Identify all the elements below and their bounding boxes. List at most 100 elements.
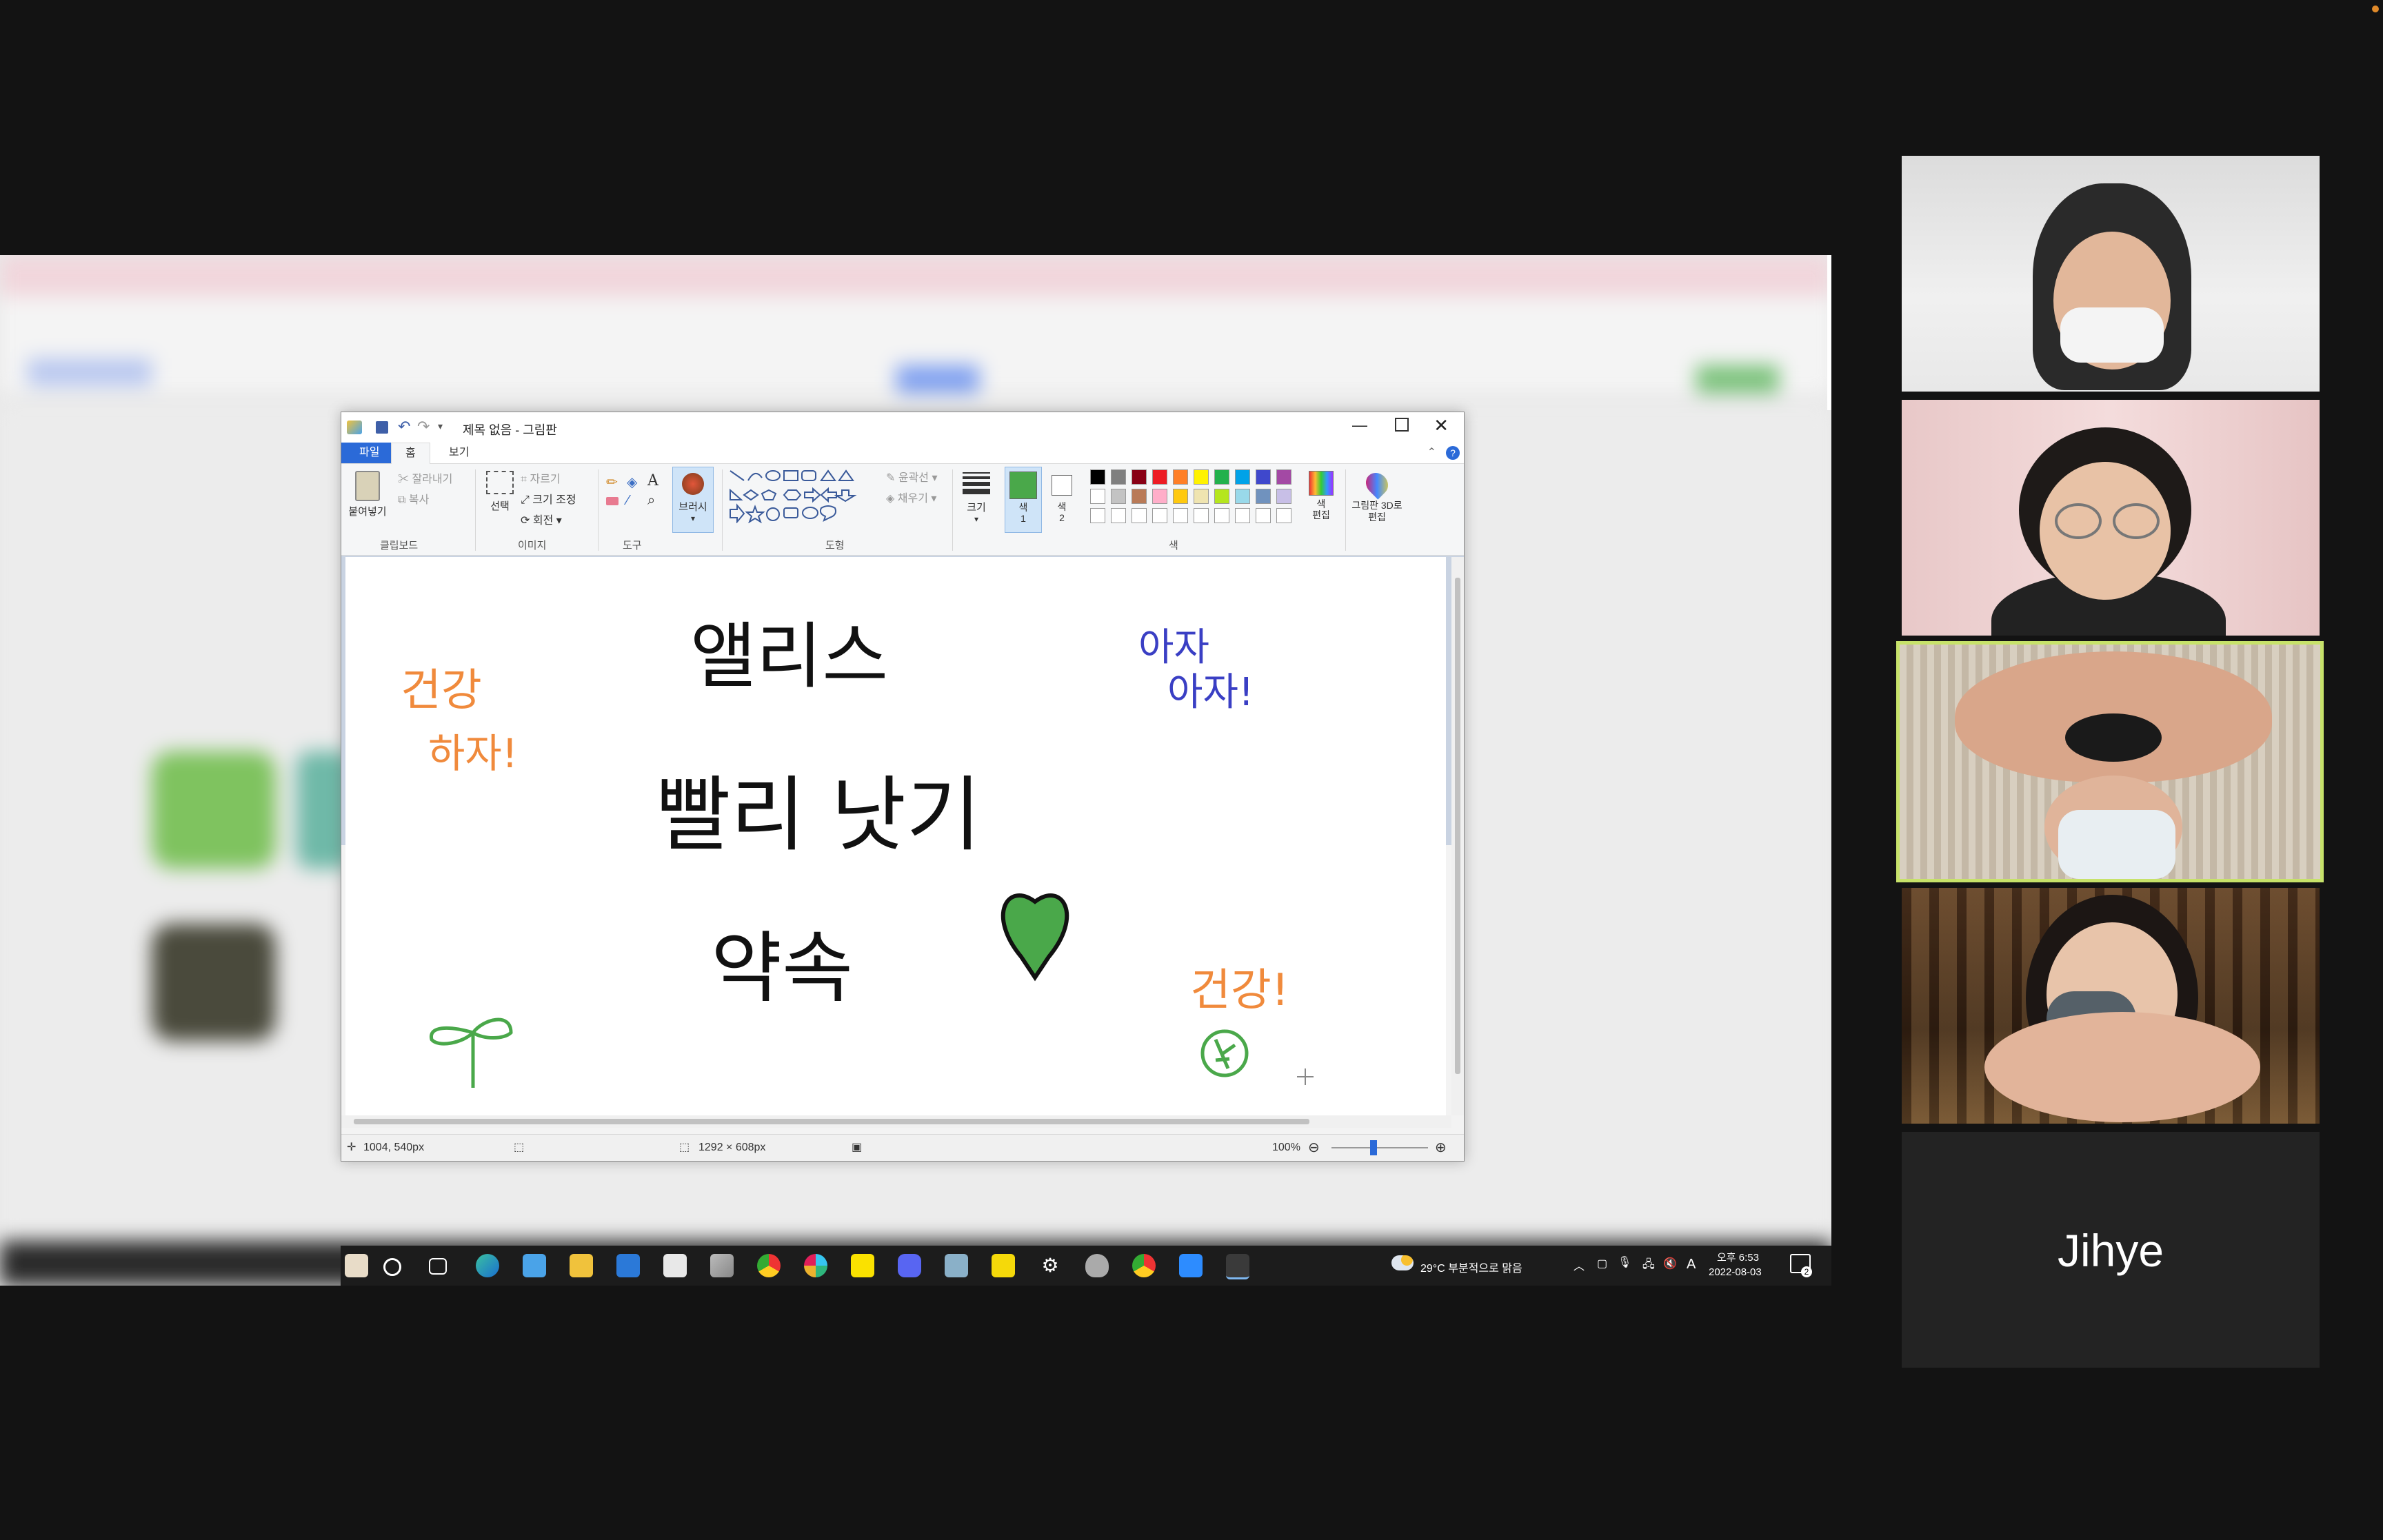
mail-icon[interactable]	[616, 1254, 640, 1277]
paste-button[interactable]: 붙여넣기	[345, 468, 390, 530]
palette-color-swatch[interactable]	[1173, 508, 1188, 523]
palette-color-swatch[interactable]	[1214, 469, 1229, 485]
palette-color-swatch[interactable]	[1214, 508, 1229, 523]
palette-color-swatch[interactable]	[1194, 469, 1209, 485]
palette-color-swatch[interactable]	[1173, 469, 1188, 485]
participant-video-4[interactable]	[1902, 888, 2320, 1124]
palette-color-swatch[interactable]	[1111, 508, 1126, 523]
collapse-ribbon-icon[interactable]: ⌃	[1427, 445, 1436, 459]
resize-button[interactable]: ⤢ 크기 조정	[521, 490, 576, 507]
tab-view[interactable]: 보기	[435, 443, 483, 463]
palette-color-swatch[interactable]	[1152, 489, 1167, 504]
zoom-app-icon[interactable]	[1179, 1254, 1203, 1277]
network-icon[interactable]: 🖧	[1642, 1257, 1655, 1275]
color2-button[interactable]: 색 2	[1045, 467, 1079, 531]
shapes-gallery[interactable]	[727, 468, 872, 523]
palette-color-swatch[interactable]	[1090, 508, 1105, 523]
palette-color-swatch[interactable]	[1214, 489, 1229, 504]
redo-icon[interactable]: ↷	[417, 418, 430, 436]
clock-time[interactable]: 오후 6:53	[1717, 1250, 1759, 1264]
zoom-slider[interactable]	[1331, 1140, 1428, 1155]
palette-color-swatch[interactable]	[1256, 489, 1271, 504]
outline-button[interactable]: ✎ 윤곽선 ▾	[886, 468, 938, 485]
weather-text[interactable]: 29°C 부분적으로 맑음	[1420, 1259, 1522, 1275]
tray-chevron-icon[interactable]: ︿	[1573, 1257, 1585, 1273]
kakaotalk-icon[interactable]	[851, 1254, 874, 1277]
palette-color-swatch[interactable]	[1132, 489, 1147, 504]
security-shield-icon[interactable]	[1085, 1254, 1109, 1277]
chrome-icon[interactable]	[757, 1254, 781, 1277]
palette-color-swatch[interactable]	[1276, 508, 1291, 523]
minimize-button[interactable]: —	[1352, 416, 1367, 434]
color1-button[interactable]: 색 1	[1005, 467, 1042, 533]
palette-color-swatch[interactable]	[1235, 508, 1250, 523]
palette-color-swatch[interactable]	[1276, 489, 1291, 504]
eraser-icon[interactable]	[606, 497, 619, 505]
palette-color-swatch[interactable]	[1194, 489, 1209, 504]
edit-colors-button[interactable]: 색 편집	[1304, 467, 1338, 520]
palette-color-swatch[interactable]	[1235, 469, 1250, 485]
microphone-icon[interactable]: 🎙	[1618, 1255, 1631, 1269]
paint-app-taskbar-icon[interactable]	[710, 1254, 734, 1277]
palette-color-swatch[interactable]	[1256, 508, 1271, 523]
magnifier-icon[interactable]: ⌕	[647, 493, 655, 509]
close-button[interactable]: ✕	[1434, 415, 1449, 436]
palette-color-swatch[interactable]	[1276, 469, 1291, 485]
fill-button[interactable]: ◈ 채우기 ▾	[886, 489, 936, 505]
chrome-alt-icon[interactable]	[1132, 1254, 1156, 1277]
palette-color-swatch[interactable]	[1132, 508, 1147, 523]
save-icon[interactable]	[376, 421, 388, 434]
paint3d-button[interactable]: 그림판 3D로 편집	[1349, 467, 1405, 523]
participant-video-2[interactable]	[1902, 400, 2320, 636]
rotate-button[interactable]: ⟳ 회전 ▾	[521, 511, 562, 527]
vertical-scrollbar[interactable]	[1451, 557, 1464, 1115]
crop-button[interactable]: ⌗ 자르기	[521, 469, 561, 486]
palette-color-swatch[interactable]	[1111, 469, 1126, 485]
search-icon[interactable]	[383, 1258, 401, 1276]
edge-icon[interactable]	[476, 1254, 499, 1277]
store-icon[interactable]	[663, 1254, 687, 1277]
tab-file[interactable]: 파일	[341, 443, 398, 463]
file-explorer-icon[interactable]	[570, 1254, 593, 1277]
maximize-button[interactable]	[1395, 418, 1409, 432]
palette-color-swatch[interactable]	[1152, 508, 1167, 523]
volume-muted-icon[interactable]: 🔇	[1663, 1257, 1677, 1270]
palette-color-swatch[interactable]	[1090, 469, 1105, 485]
help-icon[interactable]: ?	[1446, 446, 1460, 460]
start-button[interactable]	[345, 1254, 368, 1277]
pencil-icon[interactable]: ✏	[606, 474, 618, 491]
cut-button[interactable]: ✂ 잘라내기	[398, 469, 452, 486]
participant-video-3-active-speaker[interactable]	[1896, 641, 2324, 882]
palette-color-swatch[interactable]	[1235, 489, 1250, 504]
clock-date[interactable]: 2022-08-03	[1709, 1266, 1762, 1278]
palette-color-swatch[interactable]	[1111, 489, 1126, 504]
quick-access-dropdown-icon[interactable]: ▾	[438, 421, 443, 432]
notes-app-icon[interactable]	[945, 1254, 968, 1277]
slack-icon[interactable]	[804, 1254, 827, 1277]
text-icon[interactable]: A	[647, 472, 658, 489]
brush-button[interactable]: 브러시 ▾	[672, 467, 714, 533]
drawing-canvas[interactable]: 앨리스 빨리 낫기 약속 건강 하자! 아자 아자! 건강!	[345, 557, 1446, 1115]
horizontal-scrollbar[interactable]	[341, 1115, 1451, 1128]
palette-color-swatch[interactable]	[1194, 508, 1209, 523]
input-language[interactable]: A	[1687, 1257, 1696, 1273]
undo-icon[interactable]: ↶	[398, 418, 410, 436]
palette-color-swatch[interactable]	[1256, 469, 1271, 485]
sticky-notes-icon[interactable]	[992, 1254, 1015, 1277]
palette-color-swatch[interactable]	[1132, 469, 1147, 485]
participant-video-1[interactable]	[1902, 156, 2320, 392]
zoom-slider-thumb[interactable]	[1370, 1140, 1377, 1155]
task-view-icon[interactable]	[429, 1258, 447, 1275]
size-button[interactable]: 크기 ▾	[958, 468, 995, 524]
select-button[interactable]: 선택	[479, 468, 521, 513]
zoom-out-button[interactable]: ⊖	[1308, 1139, 1320, 1156]
fill-icon[interactable]: ◈	[627, 474, 637, 491]
color-picker-icon[interactable]: ⁄	[627, 493, 629, 509]
paint-running-icon[interactable]	[1226, 1254, 1249, 1279]
settings-gear-icon[interactable]: ⚙	[1038, 1254, 1062, 1277]
zoom-in-button[interactable]: ⊕	[1435, 1139, 1447, 1156]
discord-icon[interactable]	[898, 1254, 921, 1277]
bird-app-icon[interactable]	[523, 1254, 546, 1277]
tab-home[interactable]: 홈	[391, 443, 430, 464]
tray-app-icon[interactable]: ▢	[1597, 1257, 1607, 1270]
